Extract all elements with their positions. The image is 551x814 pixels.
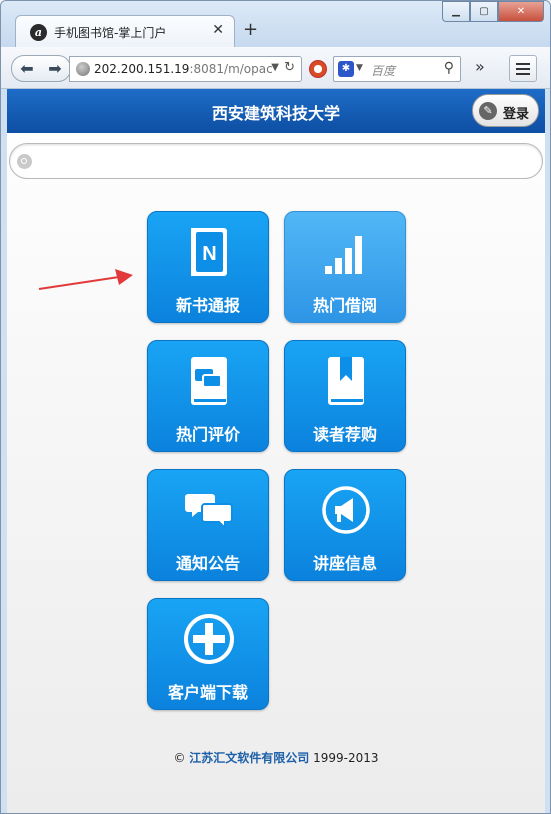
- login-label: 登录: [503, 107, 530, 122]
- baidu-paw-icon: ✱: [338, 61, 354, 77]
- globe-icon: [76, 62, 90, 76]
- new-tab-icon[interactable]: +: [243, 21, 258, 39]
- search-input[interactable]: [9, 143, 543, 179]
- page-header: 西安建筑科技大学 ✎ 登录: [7, 89, 545, 133]
- tile-label: 通知公告: [175, 554, 240, 573]
- tile-client-download[interactable]: 客户端下载: [147, 598, 269, 710]
- tile-label: 讲座信息: [312, 554, 377, 573]
- overflow-chevron-icon[interactable]: »: [475, 57, 485, 76]
- web-page: 西安建筑科技大学 ✎ 登录 N 新书通报 热门借阅 热门评价 读者荐购 通知公告…: [7, 89, 545, 813]
- bar-chart-icon: [325, 236, 362, 274]
- close-window-icon[interactable]: ✕: [498, 1, 544, 22]
- forward-icon[interactable]: ➡: [40, 56, 70, 81]
- annotation-arrow: [38, 269, 133, 290]
- search-icon: [17, 154, 32, 169]
- tile-label: 热门评价: [175, 425, 240, 444]
- book-comment-icon: [191, 357, 227, 405]
- window-controls: ▁ ▢ ✕: [442, 1, 544, 23]
- copyright-years: 1999-2013: [313, 751, 379, 765]
- noscript-icon[interactable]: [309, 60, 327, 78]
- copyright-symbol: ©: [173, 751, 186, 765]
- title-bar: a 手机图书馆-掌上门户 ✕ + ▁ ▢ ✕: [1, 1, 550, 47]
- tab-title: 手机图书馆-掌上门户: [54, 26, 167, 40]
- login-button[interactable]: ✎ 登录: [472, 94, 539, 127]
- url-dropdown-icon[interactable]: ▼: [271, 62, 279, 73]
- tile-lectures[interactable]: 讲座信息: [284, 469, 406, 581]
- chat-bubbles-icon: [185, 494, 233, 531]
- site-favicon-icon: a: [30, 24, 47, 41]
- tile-new-books[interactable]: N 新书通报: [147, 211, 269, 323]
- tile-popular-reviews[interactable]: 热门评价: [147, 340, 269, 452]
- tile-label: 新书通报: [175, 296, 240, 315]
- tile-popular-loans[interactable]: 热门借阅: [284, 211, 406, 323]
- url-host: 202.200.151.19: [94, 62, 190, 76]
- search-placeholder: 百度: [371, 64, 396, 78]
- url-path: :8081/m/opac: [189, 62, 273, 76]
- tab-close-icon[interactable]: ✕: [212, 22, 224, 38]
- megaphone-icon: [322, 486, 370, 534]
- back-icon[interactable]: ⬅: [12, 56, 42, 81]
- tile-label: 热门借阅: [312, 296, 377, 315]
- browser-tab[interactable]: a 手机图书馆-掌上门户 ✕: [15, 15, 235, 47]
- tile-label: 读者荐购: [312, 425, 377, 444]
- tile-label: 客户端下载: [167, 683, 248, 702]
- browser-search-box[interactable]: ✱ ▼ 百度 ⚲: [333, 56, 461, 82]
- search-magnifier-icon[interactable]: ⚲: [444, 60, 454, 76]
- nav-buttons: ⬅ ➡: [11, 55, 71, 82]
- company-link[interactable]: 江苏汇文软件有限公司: [189, 751, 309, 765]
- search-engine-dropdown-icon[interactable]: ▼: [356, 63, 363, 73]
- plus-circle-icon: [184, 614, 234, 664]
- page-footer: © 江苏汇文软件有限公司 1999-2013: [7, 749, 545, 766]
- menu-icon[interactable]: [509, 55, 537, 82]
- pencil-icon: ✎: [479, 102, 497, 120]
- new-book-icon: N: [191, 228, 227, 276]
- tile-notices[interactable]: 通知公告: [147, 469, 269, 581]
- maximize-icon[interactable]: ▢: [470, 1, 498, 22]
- reload-icon[interactable]: ↻: [284, 60, 295, 75]
- minimize-icon[interactable]: ▁: [442, 1, 470, 22]
- page-title: 西安建筑科技大学: [211, 104, 340, 123]
- bookmark-book-icon: [328, 357, 364, 405]
- tile-reader-recommend[interactable]: 读者荐购: [284, 340, 406, 452]
- browser-window: a 手机图书馆-掌上门户 ✕ + ▁ ▢ ✕ ⬅ ➡ 202.200.151.1…: [0, 0, 551, 814]
- svg-text:N: N: [202, 243, 216, 265]
- address-bar[interactable]: 202.200.151.19:8081/m/opac ▼ ↻: [69, 56, 302, 82]
- navigation-bar: ⬅ ➡ 202.200.151.19:8081/m/opac ▼ ↻ ✱ ▼ 百…: [1, 47, 550, 89]
- url-text: 202.200.151.19:8081/m/opac: [94, 62, 273, 76]
